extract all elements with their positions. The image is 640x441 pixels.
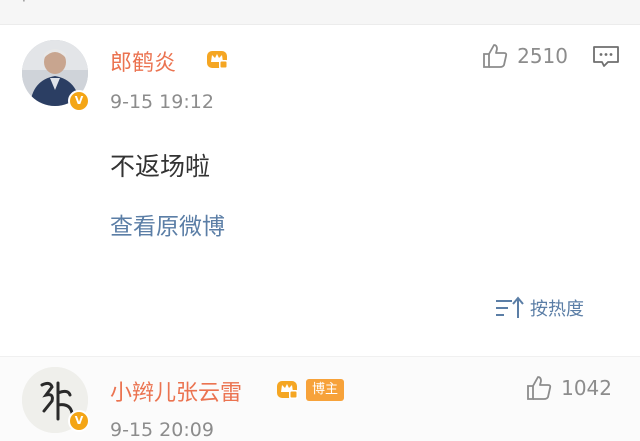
verified-badge: V xyxy=(68,90,90,112)
comment-time: 9-15 20:09 xyxy=(110,419,214,441)
sort-icon xyxy=(496,296,524,318)
sort-button[interactable]: 按热度 xyxy=(494,295,584,321)
comment-time: 9-15 19:12 xyxy=(110,91,214,113)
cut-off-text: · xyxy=(22,0,26,8)
comment-item: V 小辫儿张云雷 博主 9-15 20:09 1042 xyxy=(0,356,640,441)
commenter-name[interactable]: 小辫儿张云雷 xyxy=(110,375,242,407)
thumbs-up-icon xyxy=(483,44,508,68)
crown-badge-icon xyxy=(277,381,298,399)
author-tag: 博主 xyxy=(306,379,345,401)
like-button[interactable]: 1042 xyxy=(525,373,612,403)
comment-feed: · V 郎鹤炎 9-15 19:12 2510 不返场啦 查看原微博 按热度 V… xyxy=(0,0,640,441)
previous-item-edge: · xyxy=(0,0,640,25)
comment-item: V 郎鹤炎 9-15 19:12 2510 不返场啦 查看原微博 按热度 xyxy=(0,25,640,355)
comment-text: 不返场啦 xyxy=(110,152,211,181)
sort-label: 按热度 xyxy=(530,299,584,320)
verified-badge: V xyxy=(68,410,90,432)
like-count: 2510 xyxy=(517,44,568,68)
like-count: 1042 xyxy=(561,376,612,400)
commenter-name[interactable]: 郎鹤炎 xyxy=(110,45,176,77)
thumbs-up-icon xyxy=(527,376,552,400)
crown-badge-icon xyxy=(207,51,228,69)
view-original-link[interactable]: 查看原微博 xyxy=(110,207,225,241)
comment-bubble-icon[interactable] xyxy=(592,45,620,69)
like-button[interactable]: 2510 xyxy=(481,41,568,71)
